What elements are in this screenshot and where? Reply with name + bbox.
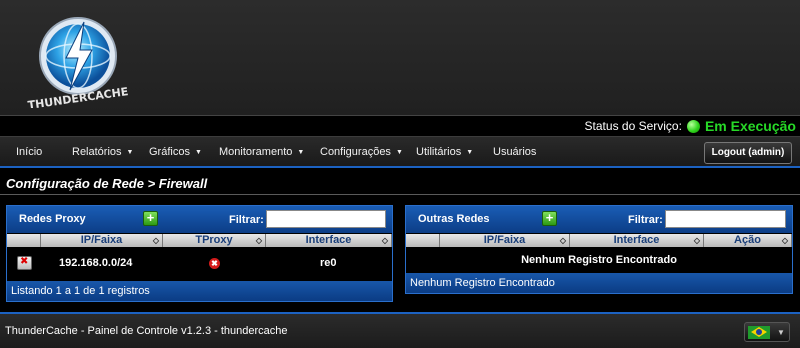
service-status: Status do Serviço: Em Execução (585, 118, 796, 134)
nav-item-label: Gráficos (149, 146, 190, 158)
other-networks-panel: Outras Redes + Filtrar: IP/Faixa ◇ Interf… (405, 205, 793, 294)
caret-down-icon: ▼ (126, 149, 134, 156)
caret-down-icon: ▼ (297, 149, 305, 156)
thundercache-logo: THUNDERCACHE (27, 17, 129, 108)
column-header-ip[interactable]: IP/Faixa ◇ (440, 234, 570, 247)
filter-label: Filtrar: (229, 214, 264, 226)
proxy-networks-panel: Redes Proxy + Filtrar: IP/Faixa ◇ TProxy ◇… (6, 205, 393, 302)
sort-icon: ◇ (781, 236, 788, 245)
footer-text: ThunderCache - Painel de Controle v1.2.3… (5, 325, 288, 337)
column-header-select (7, 234, 41, 247)
status-label: Status do Serviço: (584, 119, 682, 133)
nav-item-monitoramento[interactable]: Monitoramento ▼ (219, 146, 304, 158)
ip-cell: 192.168.0.0/24 (59, 257, 133, 269)
tproxy-disabled-icon: ✖ (209, 258, 220, 269)
language-selector[interactable]: ▼ (744, 322, 790, 342)
column-header-action[interactable]: Ação ◇ (704, 234, 792, 247)
other-filter-input[interactable] (665, 210, 786, 228)
interface-cell: re0 (320, 257, 337, 269)
nav-item-configuracoes[interactable]: Configurações ▼ (320, 146, 403, 158)
app-page: THUNDERCACHE Status do Serviço: Em Execu… (0, 0, 800, 348)
column-header-ip[interactable]: IP/Faixa ◇ (41, 234, 163, 247)
panel-footer: Nenhum Registro Encontrado (406, 273, 792, 293)
header: THUNDERCACHE (0, 0, 800, 116)
nav-item-label: Monitoramento (219, 146, 293, 158)
footer: ThunderCache - Painel de Controle v1.2.3… (0, 312, 800, 348)
nav-item-relatorios[interactable]: Relatórios ▼ (72, 146, 133, 158)
panel-header: Outras Redes + Filtrar: (406, 206, 792, 233)
nav-item-inicio[interactable]: Início (16, 146, 42, 158)
panel-title: Redes Proxy (19, 213, 86, 225)
sort-icon: ◇ (152, 236, 159, 245)
add-other-network-button[interactable]: + (542, 211, 557, 226)
panel-footer: Listando 1 a 1 de 1 registros (7, 281, 392, 301)
column-header-label: IP/Faixa (80, 234, 123, 246)
sort-icon: ◇ (381, 236, 388, 245)
divider (0, 194, 800, 195)
column-header-select (406, 234, 440, 247)
logout-button[interactable]: Logout (admin) (704, 142, 792, 164)
column-header-tproxy[interactable]: TProxy ◇ (163, 234, 266, 247)
caret-down-icon: ▼ (194, 149, 202, 156)
caret-down-icon: ▼ (395, 149, 403, 156)
column-header-label: Interface (305, 234, 352, 246)
column-header-label: Interface (613, 234, 660, 246)
status-value: Em Execução (704, 118, 796, 134)
main-nav: Início Relatórios ▼ Gráficos ▼ Monitoramen… (0, 136, 800, 168)
status-indicator-icon (686, 119, 700, 133)
brazil-flag-icon (748, 326, 770, 339)
nav-item-usuarios[interactable]: Usuários (493, 146, 536, 158)
nav-item-label: Configurações (320, 146, 391, 158)
column-header-label: Ação (734, 234, 761, 246)
sort-icon: ◇ (559, 236, 566, 245)
caret-down-icon: ▼ (777, 328, 785, 337)
proxy-filter-input[interactable] (266, 210, 386, 228)
column-header-interface[interactable]: Interface ◇ (570, 234, 704, 247)
panel-title: Outras Redes (418, 213, 490, 225)
nav-item-label: Utilitários (416, 146, 462, 158)
column-header-interface[interactable]: Interface ◇ (266, 234, 392, 247)
page-title: Configuração de Rede > Firewall (6, 176, 208, 191)
sort-icon: ◇ (693, 236, 700, 245)
column-header-label: IP/Faixa (483, 234, 526, 246)
column-header-label: TProxy (195, 234, 233, 246)
filter-label: Filtrar: (628, 214, 663, 226)
nav-item-graficos[interactable]: Gráficos ▼ (149, 146, 202, 158)
add-proxy-network-button[interactable]: + (143, 211, 158, 226)
sort-icon: ◇ (255, 236, 262, 245)
panel-header: Redes Proxy + Filtrar: (7, 206, 392, 233)
nav-item-label: Início (16, 146, 43, 158)
nav-item-label: Usuários (493, 146, 537, 158)
delete-row-button[interactable] (17, 256, 32, 270)
nav-item-utilitarios[interactable]: Utilitários ▼ (416, 146, 473, 158)
empty-table-message: Nenhum Registro Encontrado (521, 254, 677, 266)
nav-item-label: Relatórios (72, 146, 122, 158)
caret-down-icon: ▼ (466, 149, 474, 156)
